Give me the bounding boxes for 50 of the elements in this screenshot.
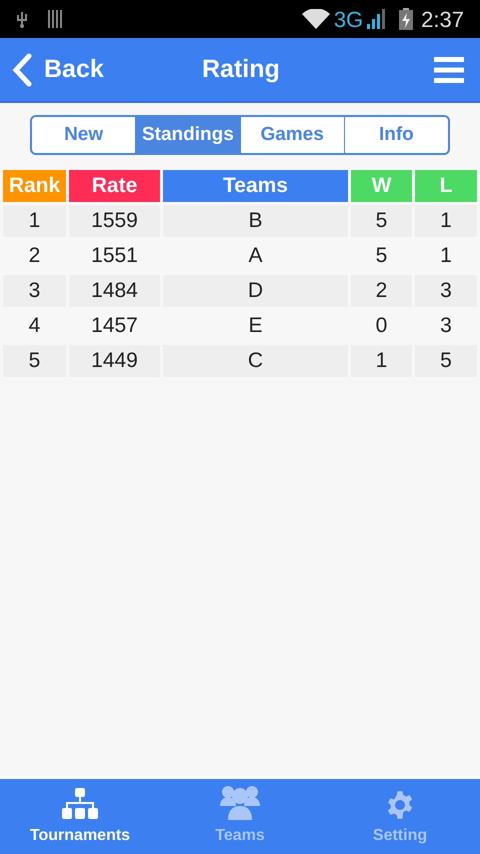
table-cell-text: 2	[28, 243, 42, 270]
table-cell-text: 4	[28, 313, 42, 340]
battery-icon	[399, 8, 414, 30]
clock-time: 2:37	[421, 6, 464, 34]
table-cell: C	[163, 345, 348, 377]
nav-tab[interactable]: Teams	[160, 779, 320, 854]
network-type: 3G	[334, 6, 364, 34]
column-header: Rank	[3, 170, 66, 202]
signal-icon	[367, 9, 388, 29]
table-cell-text: 1	[439, 243, 453, 270]
table-cell: 1	[351, 345, 412, 377]
wifi-icon	[302, 9, 330, 29]
column-header: Rate	[69, 170, 160, 202]
page-title: Rating	[202, 54, 280, 85]
table-cell: 1	[415, 205, 477, 237]
table-cell-text: 0	[374, 313, 388, 340]
nav-tab[interactable]: Setting	[320, 779, 480, 854]
column-header: W	[351, 170, 412, 202]
table-cell-text: A	[247, 243, 264, 270]
table-cell: 3	[3, 275, 66, 307]
people-icon	[220, 784, 260, 820]
tab[interactable]: Standings	[135, 117, 240, 153]
sim-card-icon	[48, 10, 62, 28]
back-button[interactable]: Back	[0, 50, 104, 88]
nav-tab[interactable]: Tournaments	[0, 779, 160, 854]
table-cell-text: 3	[439, 313, 453, 340]
table-cell-text: 5	[374, 243, 388, 270]
menu-icon	[434, 56, 464, 82]
usb-icon	[16, 10, 28, 28]
table-cell-text: 1551	[90, 243, 139, 270]
table-cell: 1559	[69, 205, 160, 237]
column-header: L	[415, 170, 477, 202]
table-cell: 3	[415, 275, 477, 307]
table-cell: 1484	[69, 275, 160, 307]
tab[interactable]: Info	[344, 117, 448, 153]
table-cell-text: 1457	[90, 313, 139, 340]
table-cell-text: E	[247, 313, 264, 340]
table-cell: 5	[351, 205, 412, 237]
table-cell: 5	[415, 345, 477, 377]
table-cell: 2	[351, 275, 412, 307]
table-cell: 5	[3, 345, 66, 377]
column-header: Teams	[163, 170, 348, 202]
table-cell: D	[163, 275, 348, 307]
gear-icon	[385, 790, 415, 820]
back-chevron-icon	[12, 52, 32, 86]
table-cell: 1449	[69, 345, 160, 377]
menu-button[interactable]	[434, 56, 464, 82]
table-cell: B	[163, 205, 348, 237]
hierarchy-icon	[61, 788, 99, 820]
table-cell: 1	[3, 205, 66, 237]
